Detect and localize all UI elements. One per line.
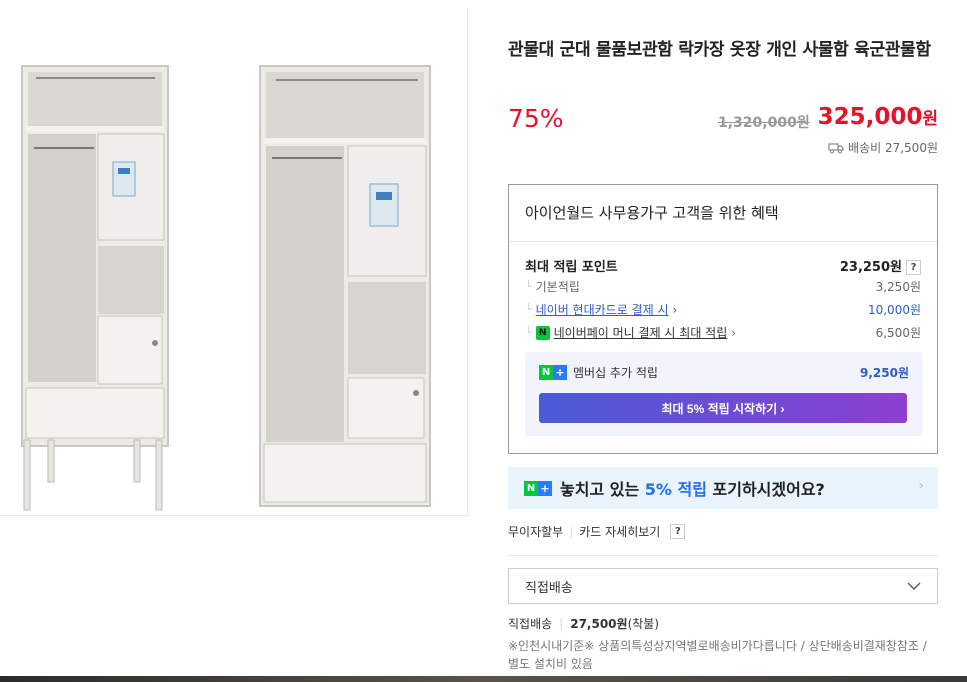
naver-plus-icon: N + <box>539 365 567 380</box>
card-points-value: 10,000원 <box>867 303 921 317</box>
max-points-value: 23,250원 <box>839 260 902 275</box>
delivery-method-select[interactable]: 직접배송 <box>508 568 938 604</box>
delivery-fee: 27,500원 <box>570 617 628 631</box>
discount-rate: 75% <box>508 104 564 133</box>
max-points-value-wrap: 23,250원? <box>840 256 921 275</box>
sale-price: 325,000원 <box>818 104 938 130</box>
promo-text-pre: 놓치고 있는 <box>560 480 640 499</box>
payment-options: 무이자할부 | 카드 자세히보기 ? <box>508 523 686 540</box>
base-points-value: 3,250원 <box>875 280 921 294</box>
chevron-down-icon <box>907 582 921 590</box>
promo-highlight: 5% 적립 <box>644 480 707 499</box>
npay-points-row: └ N 네이버페이 머니 결제 시 최대 적립 › 6,500원 <box>525 324 921 341</box>
delivery-label: 직접배송 <box>508 617 553 631</box>
membership-value: 9,250원 <box>860 366 909 380</box>
delivery-note: ※인천시내기준※ 상품의특성상지역별로배송비가다릅니다 / 상단배송비결재창참조… <box>508 639 927 671</box>
delivery-selected-value: 직접배송 <box>525 580 573 596</box>
naver-pay-icon: N <box>535 325 550 340</box>
shipping-fee-info: 배송비 27,500원 <box>828 139 938 156</box>
base-points-row: └ 기본적립 3,250원 <box>525 278 921 295</box>
max-points-label: 최대 적립 포인트 <box>525 260 618 275</box>
product-title: 관물대 군대 물품보관함 락카장 옷장 개인 사물함 육군관물함 <box>508 40 931 60</box>
locker-left <box>21 65 169 511</box>
original-price: 1,320,000원 <box>718 115 810 131</box>
delivery-fee-type: (착불) <box>627 617 660 631</box>
membership-panel: N + 멤버십 추가 적립 9,250원 최대 5% 적립 시작하기 › <box>525 352 923 436</box>
npay-money-link[interactable]: 네이버페이 머니 결제 시 최대 적립 <box>554 324 728 341</box>
benefit-title: 아이언월드 사무용가구 고객을 위한 혜택 <box>525 204 779 222</box>
bottom-strip <box>0 676 967 682</box>
membership-promo-banner[interactable]: N + 놓치고 있는 5% 적립 포기하시겠어요? › <box>508 467 938 509</box>
card-detail-link[interactable]: 카드 자세히보기 <box>579 523 660 540</box>
chevron-right-icon: › <box>731 325 737 340</box>
divider: | <box>559 616 564 631</box>
help-button[interactable]: ? <box>906 260 921 275</box>
delivery-detail: 직접배송 | 27,500원 (착불) <box>508 615 659 632</box>
divider <box>508 555 938 556</box>
divider: | <box>569 524 574 539</box>
divider <box>509 241 937 242</box>
product-image[interactable] <box>0 8 468 516</box>
promo-text: 놓치고 있는 5% 적립 포기하시겠어요? <box>560 476 825 500</box>
benefit-box: 아이언월드 사무용가구 고객을 위한 혜택 최대 적립 포인트 23,250원?… <box>508 184 938 454</box>
help-button[interactable]: ? <box>670 524 686 539</box>
tree-line-icon: └ <box>525 303 532 316</box>
tree-line-icon: └ <box>525 280 532 293</box>
hyundai-card-link[interactable]: 네이버 현대카드로 결제 시 <box>536 301 669 318</box>
tree-line-icon: └ <box>525 326 532 339</box>
max-points-row: 최대 적립 포인트 23,250원? <box>525 256 921 275</box>
sale-price-number: 325,000 <box>817 104 923 130</box>
membership-label: 멤버십 추가 적립 <box>573 366 658 380</box>
locker-right <box>259 65 431 507</box>
naver-plus-icon: N + <box>524 480 552 496</box>
shipping-fee-text: 배송비 27,500원 <box>848 141 938 155</box>
card-points-row: └ 네이버 현대카드로 결제 시 › 10,000원 <box>525 301 921 318</box>
membership-row: N + 멤버십 추가 적립 9,250원 <box>539 364 909 381</box>
promo-text-post: 포기하시겠어요? <box>712 480 825 499</box>
base-points-label: 기본적립 <box>535 280 580 294</box>
chevron-right-icon: › <box>672 302 678 317</box>
truck-icon <box>828 142 844 153</box>
sale-price-unit: 원 <box>922 109 938 129</box>
chevron-right-icon: › <box>918 478 924 494</box>
installment-label: 무이자할부 <box>508 525 564 539</box>
npay-points-value: 6,500원 <box>875 326 921 340</box>
product-image-panel <box>0 8 468 516</box>
membership-start-button[interactable]: 최대 5% 적립 시작하기 › <box>539 393 907 423</box>
